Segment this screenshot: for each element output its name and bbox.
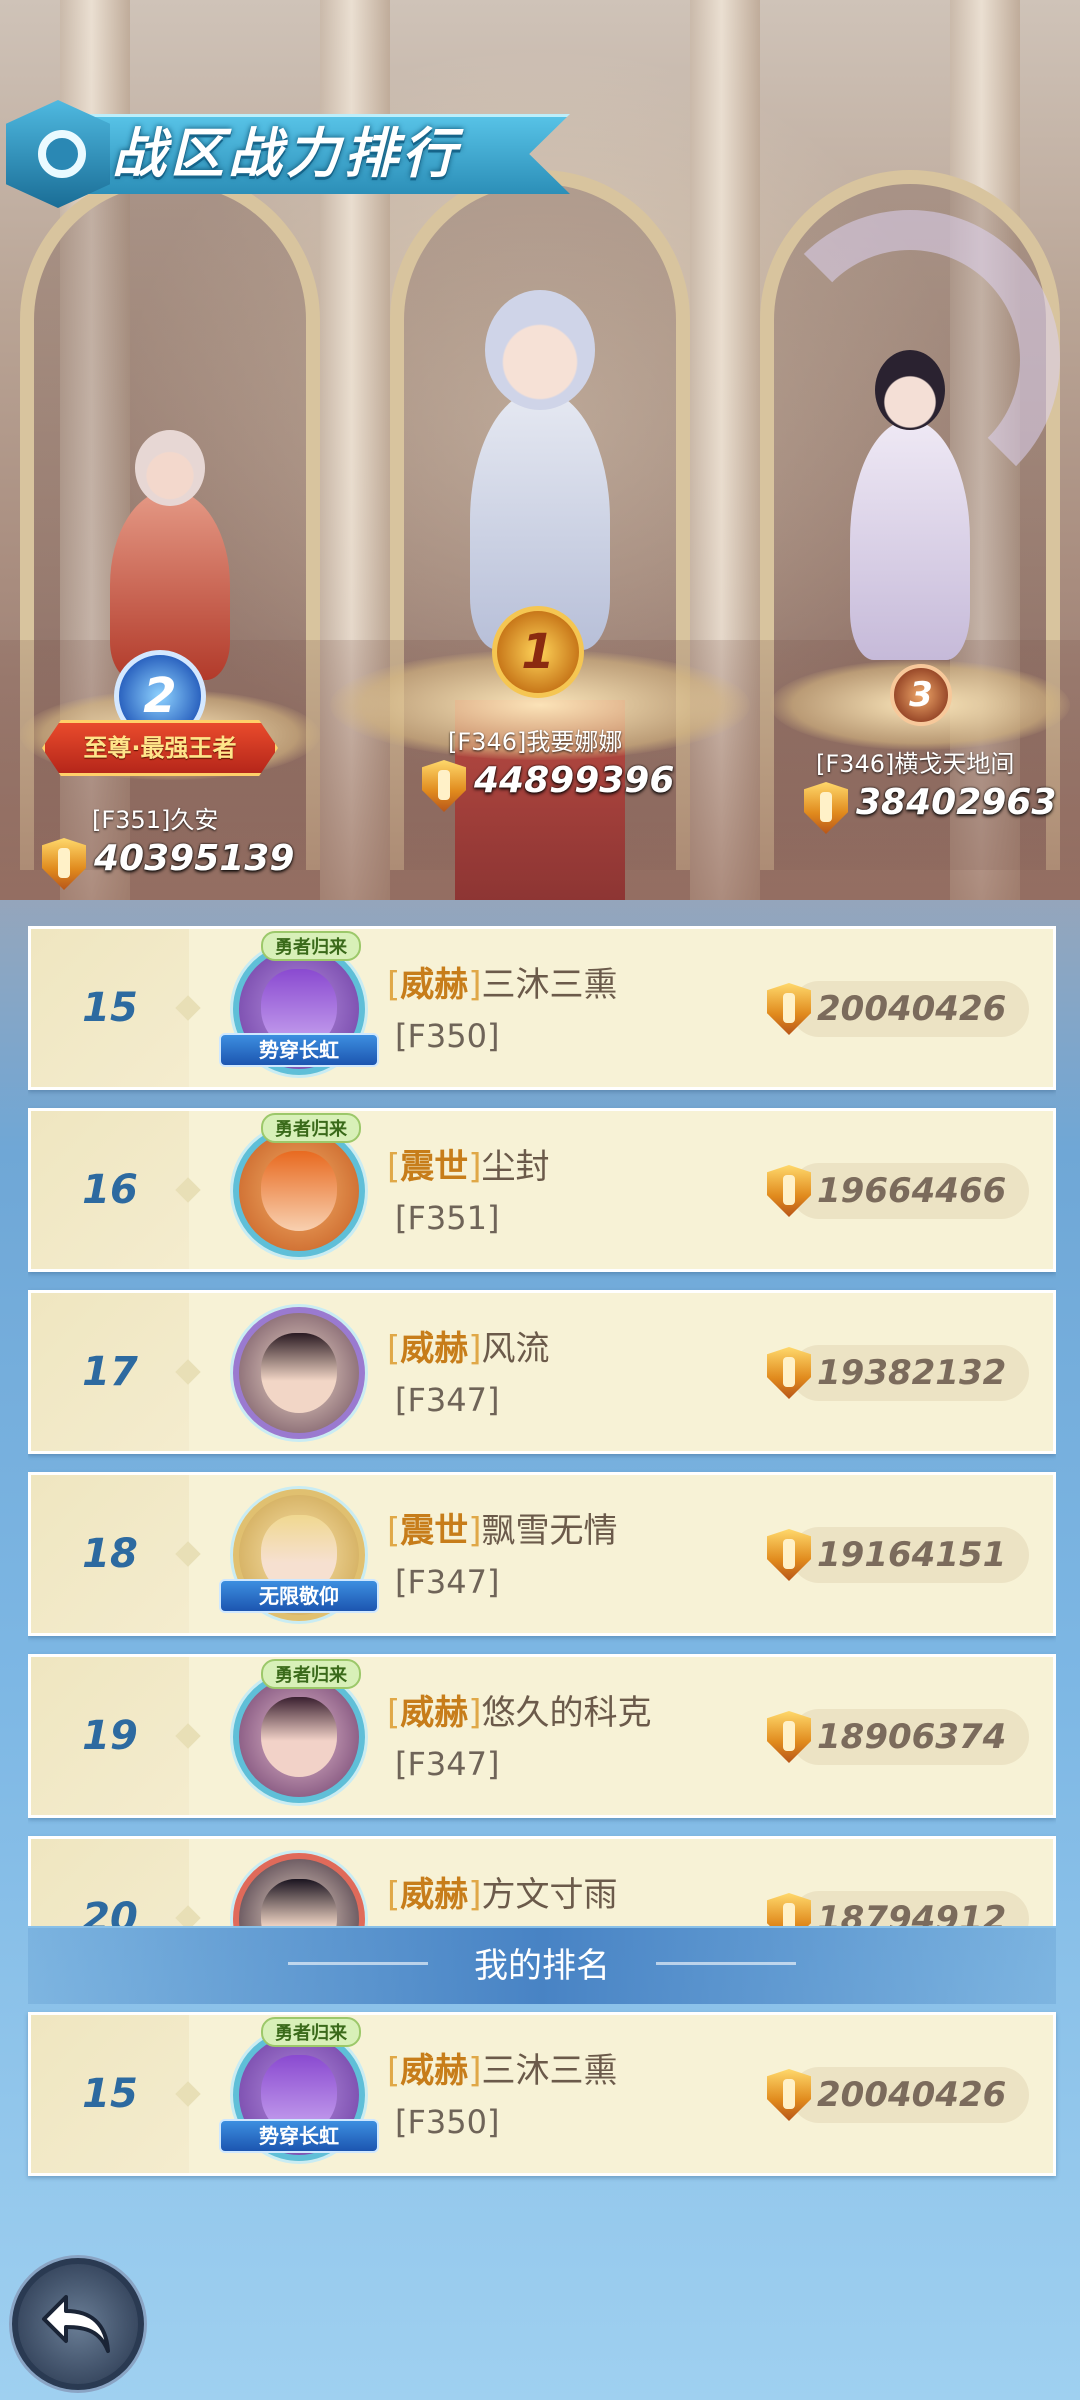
player-name: 飘雪无情 xyxy=(481,1511,618,1551)
guild-name: [震世]飘雪无情 xyxy=(387,1511,618,1551)
player-name: 风流 xyxy=(481,1329,550,1369)
rank-number: 20 xyxy=(82,1895,138,1926)
back-button[interactable] xyxy=(12,2258,144,2390)
power-pill: 19164151 xyxy=(767,1527,1029,1583)
rank-number: 18 xyxy=(82,1531,138,1577)
power-pill: 20040426 xyxy=(767,981,1029,1037)
rank-medal-3: 3 xyxy=(890,664,952,726)
first-place-name: [F346]我要娜娜 xyxy=(448,728,623,756)
power-value: 19664466 xyxy=(817,1171,1007,1211)
power-shield-icon xyxy=(767,2069,811,2121)
power-pill: 18906374 xyxy=(767,1709,1029,1765)
power-pill: 19664466 xyxy=(767,1163,1029,1219)
rank-list[interactable]: 15 勇者归来 势穿长虹 [威赫]三沐三熏 [F350] 20040426 16… xyxy=(28,926,1056,1926)
third-place-name: [F346]横戈天地间 xyxy=(816,750,1015,778)
power-value: 19382132 xyxy=(817,1353,1007,1393)
power-pill: 18794912 xyxy=(767,1891,1029,1926)
rank-number: 15 xyxy=(82,2071,138,2117)
server-id: [F347] xyxy=(395,1563,500,1601)
rank-number: 19 xyxy=(82,1713,138,1759)
dragon-decoration xyxy=(760,210,1060,510)
power-shield-icon xyxy=(767,1893,811,1926)
power-pill: 20040426 xyxy=(767,2067,1029,2123)
power-pill: 19382132 xyxy=(767,1345,1029,1401)
power-value: 18906374 xyxy=(817,1717,1007,1757)
power-shield-icon xyxy=(767,1165,811,1217)
crest-badge: 勇者归来 xyxy=(261,1113,361,1143)
guild-name: [威赫]悠久的科克 xyxy=(387,1693,652,1733)
rank-row[interactable]: 16 勇者归来 [震世]尘封 [F351] 19664466 xyxy=(28,1108,1056,1272)
my-rank-row[interactable]: 15 勇者归来 势穿长虹 [威赫]三沐三熏 [F350] 20040426 xyxy=(28,2012,1056,2176)
second-place-character xyxy=(80,420,260,680)
avatar-title-tag: 势穿长虹 xyxy=(219,2119,379,2153)
rank-row[interactable]: 15 勇者归来 势穿长虹 [威赫]三沐三熏 [F350] 20040426 xyxy=(28,926,1056,1090)
guild-name: [威赫]方文寸雨 xyxy=(387,1875,618,1915)
guild-name: [威赫]三沐三熏 xyxy=(387,2051,618,2091)
player-name: 三沐三熏 xyxy=(481,965,618,1005)
power-value: 20040426 xyxy=(817,989,1007,1029)
power-value: 20040426 xyxy=(817,2075,1007,2115)
rank-row[interactable]: 20 [威赫]方文寸雨 18794912 xyxy=(28,1836,1056,1926)
third-place-power: 38402963 xyxy=(856,782,1057,823)
rank-medal-1: 1 xyxy=(492,606,584,698)
guild-name: [威赫]风流 xyxy=(387,1329,550,1369)
power-shield-icon xyxy=(767,1711,811,1763)
crest-badge: 勇者归来 xyxy=(261,931,361,961)
first-place-power: 44899396 xyxy=(474,760,675,801)
avatar-title-tag: 无限敬仰 xyxy=(219,1579,379,1613)
rank-row[interactable]: 18 无限敬仰 [震世]飘雪无情 [F347] 19164151 xyxy=(28,1472,1056,1636)
player-name: 方文寸雨 xyxy=(481,1875,618,1915)
server-id: [F350] xyxy=(395,2103,500,2141)
player-name: 悠久的科克 xyxy=(481,1693,652,1733)
server-id: [F347] xyxy=(395,1745,500,1783)
back-arrow-icon xyxy=(42,2295,110,2353)
first-place-character xyxy=(430,270,650,660)
rank-number: 17 xyxy=(82,1349,138,1395)
rank-row[interactable]: 17 [威赫]风流 [F347] 19382132 xyxy=(28,1290,1056,1454)
rank-number: 16 xyxy=(82,1167,138,1213)
page-title: 战区战力排行 xyxy=(112,122,460,185)
rank-row[interactable]: 19 勇者归来 [威赫]悠久的科克 [F347] 18906374 xyxy=(28,1654,1056,1818)
power-shield-icon xyxy=(767,1347,811,1399)
server-id: [F351] xyxy=(395,1199,500,1237)
rank-number: 15 xyxy=(82,985,138,1031)
power-shield-icon xyxy=(767,1529,811,1581)
server-id: [F350] xyxy=(395,1017,500,1055)
title-banner: 战区战力排行 xyxy=(0,100,590,210)
guild-name: [威赫]三沐三熏 xyxy=(387,965,618,1005)
player-name: 尘封 xyxy=(481,1147,550,1187)
second-place-power: 40395139 xyxy=(94,838,295,879)
server-id: [F347] xyxy=(395,1381,500,1419)
avatar-title-tag: 势穿长虹 xyxy=(219,1033,379,1067)
crest-badge: 勇者归来 xyxy=(261,1659,361,1689)
second-place-name: [F351]久安 xyxy=(92,806,219,834)
power-value: 19164151 xyxy=(817,1535,1007,1575)
title-badge: 至尊·最强王者 xyxy=(42,720,278,776)
power-value: 18794912 xyxy=(817,1899,1007,1926)
power-shield-icon xyxy=(767,983,811,1035)
player-name: 三沐三熏 xyxy=(481,2051,618,2091)
my-rank-header: 我的排名 xyxy=(28,1928,1056,2004)
crest-badge: 勇者归来 xyxy=(261,2017,361,2047)
avatar[interactable] xyxy=(233,1853,365,1926)
guild-name: [震世]尘封 xyxy=(387,1147,550,1187)
avatar[interactable] xyxy=(233,1307,365,1439)
